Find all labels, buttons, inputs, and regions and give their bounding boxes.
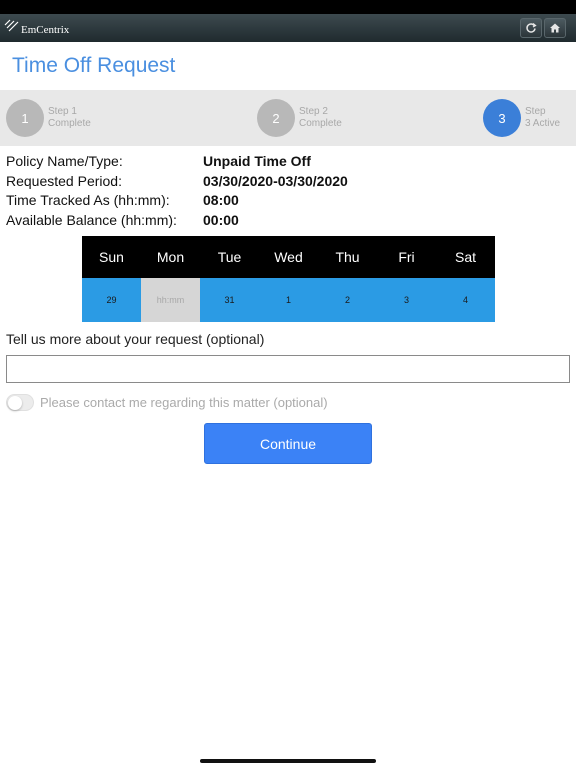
step-2-label: Step 2 (299, 106, 328, 117)
day-cell-sat[interactable]: 4 (436, 278, 495, 322)
toggle-knob (8, 395, 22, 410)
tracked-value: 08:00 (203, 192, 239, 208)
policy-row: Policy Name/Type: Unpaid Time Off (6, 153, 566, 173)
request-details: Policy Name/Type: Unpaid Time Off Reques… (6, 153, 566, 231)
step-3-circle: 3 (483, 99, 521, 137)
period-label: Requested Period: (6, 172, 122, 189)
progress-stepper: 1 Step 1 Complete 2 Step 2 Complete 3 St… (0, 90, 576, 146)
app-header (0, 14, 576, 42)
period-value: 03/30/2020-03/30/2020 (203, 172, 348, 189)
policy-value: Unpaid Time Off (203, 153, 311, 169)
tracked-row: Time Tracked As (hh:mm): 08:00 (6, 192, 566, 212)
request-details-label: Tell us more about your request (optiona… (6, 331, 265, 347)
policy-label: Policy Name/Type: (6, 153, 123, 169)
day-header-sat: Sat (454, 249, 476, 265)
refresh-icon (526, 22, 537, 33)
day-cell-wed[interactable]: 1 (259, 278, 318, 322)
calendar-days: 29 hh:mm 31 1 2 3 4 (82, 278, 495, 322)
refresh-button[interactable] (520, 18, 542, 38)
step-3-label: Step (525, 106, 546, 117)
day-cell-tue[interactable]: 31 (200, 278, 259, 322)
request-details-input[interactable] (6, 355, 570, 383)
step-3: 3 Step 3 Active (483, 98, 560, 138)
step-2: 2 Step 2 Complete (257, 98, 342, 138)
contact-label: Please contact me regarding this matter … (40, 394, 328, 410)
home-button[interactable] (544, 18, 566, 38)
tracked-label: Time Tracked As (hh:mm): (6, 192, 170, 208)
home-indicator (200, 759, 376, 763)
week-calendar: Sun Mon Tue Wed Thu Fri Sat 29 hh:mm 31 … (82, 236, 495, 322)
step-1-label: Step 1 (48, 106, 77, 117)
day-cell-fri[interactable]: 3 (377, 278, 436, 322)
step-2-status: Complete (299, 118, 342, 129)
day-cell-thu[interactable]: 2 (318, 278, 377, 322)
continue-button[interactable]: Continue (204, 423, 372, 464)
day-cell-sun[interactable]: 29 (82, 278, 141, 322)
app-logo: EmCentrix (4, 16, 69, 38)
day-header-fri: Fri (398, 249, 415, 265)
emcentrix-logo-icon (4, 19, 19, 32)
balance-value: 00:00 (203, 211, 239, 228)
balance-row: Available Balance (hh:mm): 00:00 (6, 212, 566, 232)
step-2-circle: 2 (257, 99, 295, 137)
day-cell-mon[interactable]: hh:mm (141, 278, 200, 322)
calendar-header: Sun Mon Tue Wed Thu Fri Sat (82, 236, 495, 278)
day-header-thu: Thu (335, 249, 360, 265)
status-bar (0, 0, 576, 14)
step-1: 1 Step 1 Complete (6, 98, 91, 138)
balance-label: Available Balance (hh:mm): (6, 211, 177, 228)
home-icon (550, 23, 560, 33)
contact-option: Please contact me regarding this matter … (6, 393, 328, 411)
page-title: Time Off Request (12, 54, 176, 77)
app-name: EmCentrix (21, 24, 70, 36)
step-1-circle: 1 (6, 99, 44, 137)
day-header-wed: Wed (274, 249, 303, 265)
day-header-mon: Mon (156, 249, 185, 265)
contact-toggle[interactable] (6, 393, 34, 411)
day-header-sun: Sun (99, 249, 124, 265)
day-header-tue: Tue (217, 249, 242, 265)
step-1-status: Complete (48, 118, 91, 129)
period-row: Requested Period: 03/30/2020-03/30/2020 (6, 173, 566, 193)
step-3-status: 3 Active (525, 118, 561, 129)
